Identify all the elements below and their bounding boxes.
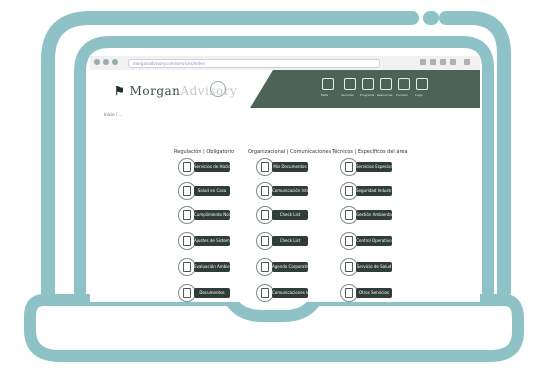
extension-icon[interactable]	[430, 59, 436, 65]
nav-caption: Login	[415, 93, 424, 97]
extension-icon[interactable]	[440, 59, 446, 65]
service-tile-label: Evaluación Ambiental	[194, 262, 230, 272]
service-tile[interactable]: Evaluación Ambiental	[178, 258, 230, 276]
service-tile-label: Agenda Corporativa	[272, 262, 308, 272]
reload-icon[interactable]	[112, 59, 118, 65]
address-bar[interactable]: morganadvisory.com/services/index	[128, 59, 380, 68]
service-tile[interactable]: Check List	[256, 206, 308, 224]
column-heading-technical: Técnicos | Específicos del área	[332, 149, 408, 155]
service-tile-label: Seguridad Industrial	[356, 186, 392, 196]
service-tile[interactable]: Control Operativo	[340, 232, 392, 250]
chart-icon[interactable]	[322, 78, 334, 90]
service-tile-label: Servicio de Salud	[356, 262, 392, 272]
logo-mark-text: ⚑	[114, 84, 126, 98]
column-heading-regulation: Regulación | Obligatorio	[174, 149, 234, 155]
monitor-icon[interactable]	[362, 78, 374, 90]
service-tile-label: Comunicación Interna	[272, 186, 308, 196]
service-tile[interactable]: Agenda Corporativa	[256, 258, 308, 276]
nav-caption: Data	[321, 93, 329, 97]
book-icon[interactable]	[380, 78, 392, 90]
column-heading-organizational: Organizacional | Comunicaciones	[248, 149, 332, 155]
service-tile[interactable]: Ajustes de Sistema	[178, 232, 230, 250]
service-tile-label: Check List	[272, 236, 308, 246]
laptop-screen: morganadvisory.com/services/index ⚑ Morg…	[90, 56, 480, 302]
service-tile-label: Cumplimiento Normativo	[194, 210, 230, 220]
service-tile[interactable]: Comunicaciones Internas	[256, 284, 308, 302]
service-tile[interactable]: Documentos	[178, 284, 230, 302]
service-tile[interactable]: Salud en Casa	[178, 182, 230, 200]
service-tile[interactable]: Servicios Especializados	[340, 158, 392, 176]
service-tile[interactable]: Servicios de Hacienda Pública	[178, 158, 230, 176]
extension-icon[interactable]	[450, 59, 456, 65]
service-tile[interactable]: Gestión Ambiental	[340, 206, 392, 224]
service-tile[interactable]: Otros Servicios	[340, 284, 392, 302]
service-tile-label: Servicios de Hacienda Pública	[194, 162, 230, 172]
extension-icon[interactable]	[420, 59, 426, 65]
service-tile[interactable]: Comunicación Interna	[256, 182, 308, 200]
service-tile[interactable]: Seguridad Industrial	[340, 182, 392, 200]
grid-icon[interactable]	[344, 78, 356, 90]
service-tile-label: Documentos	[194, 288, 230, 298]
service-tile-label: Ajustes de Sistema	[194, 236, 230, 246]
service-tile-label: Mis Documentos	[272, 162, 308, 172]
nav-caption: Contact	[396, 93, 408, 97]
address-bar-text: morganadvisory.com/services/index	[133, 61, 205, 66]
service-tile[interactable]: Servicio de Salud	[340, 258, 392, 276]
logo-strong: Morgan	[129, 84, 181, 98]
back-icon[interactable]	[94, 59, 100, 65]
logo-fade: Advisory	[180, 84, 238, 98]
breadcrumb: Inicio / ...	[104, 112, 123, 117]
service-tile-label: Salud en Casa	[194, 186, 230, 196]
service-tile[interactable]: Check List	[256, 232, 308, 250]
person-icon[interactable]	[416, 78, 428, 90]
document-icon[interactable]	[398, 78, 410, 90]
emblem-icon	[210, 81, 226, 97]
forward-icon[interactable]	[103, 59, 109, 65]
nav-caption: Services	[341, 93, 354, 97]
service-tile-label: Otros Servicios	[356, 288, 392, 298]
nav-caption: Programs	[360, 93, 375, 97]
service-tile[interactable]: Cumplimiento Normativo	[178, 206, 230, 224]
service-tile[interactable]: Mis Documentos	[256, 158, 308, 176]
service-tile-label: Servicios Especializados	[356, 162, 392, 172]
service-tile-label: Comunicaciones Internas	[272, 288, 308, 298]
service-tile-label: Control Operativo	[356, 236, 392, 246]
service-tile-label: Gestión Ambiental	[356, 210, 392, 220]
nav-caption: Resources	[377, 93, 393, 97]
service-tile-label: Check List	[272, 210, 308, 220]
menu-icon[interactable]	[464, 59, 470, 65]
browser-toolbar: morganadvisory.com/services/index	[90, 56, 480, 71]
